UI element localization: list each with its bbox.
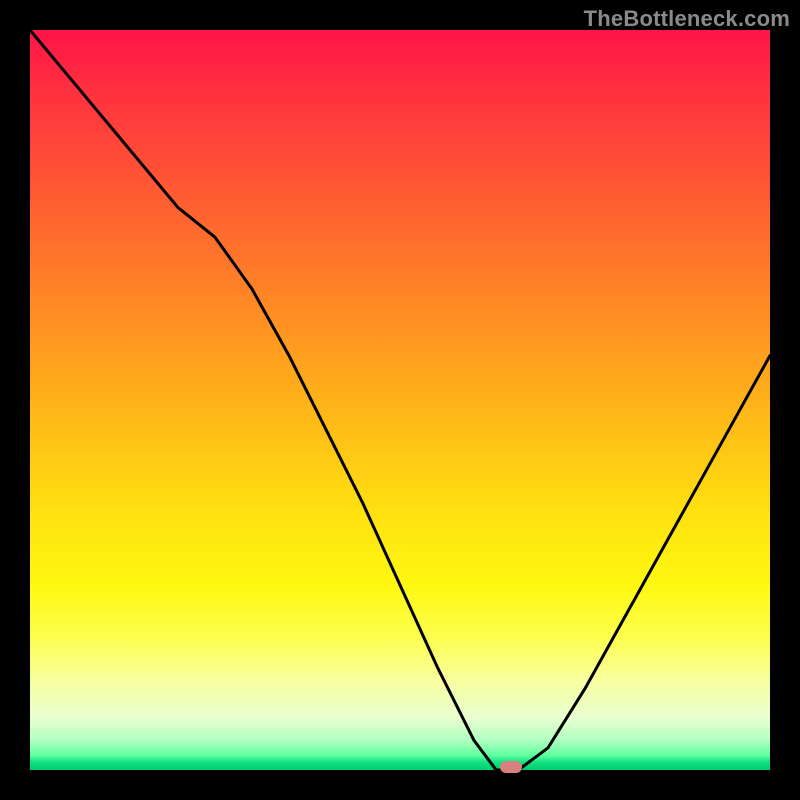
plot-area: [30, 30, 770, 770]
chart-container: TheBottleneck.com: [0, 0, 800, 800]
watermark-label: TheBottleneck.com: [584, 6, 790, 32]
bottleneck-curve: [30, 30, 770, 770]
optimal-marker: [500, 761, 522, 773]
curve-svg: [30, 30, 770, 770]
